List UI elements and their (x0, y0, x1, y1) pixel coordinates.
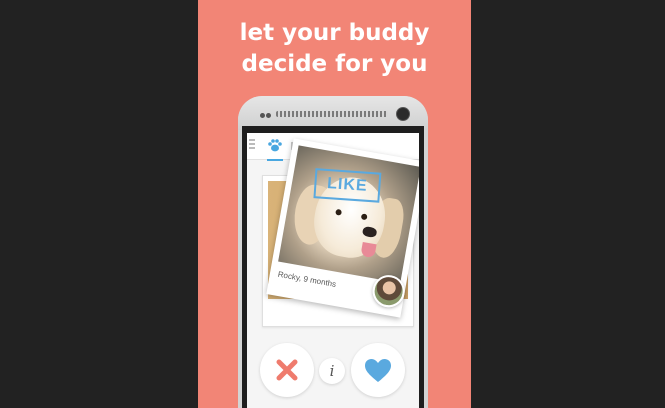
phone-sensor (266, 113, 271, 118)
dislike-button[interactable] (260, 343, 314, 397)
dog-tongue (360, 241, 377, 259)
headline-line-2: decide for you (241, 51, 428, 77)
phone-screen: LIKE Rocky, 9 months i (247, 133, 419, 408)
heart-icon (365, 359, 391, 382)
swipe-card[interactable]: LIKE Rocky, 9 months (266, 138, 419, 318)
phone-sensor (260, 113, 265, 118)
action-bar: i (247, 339, 419, 408)
phone-speaker (276, 111, 388, 117)
x-icon (276, 359, 298, 381)
headline-line-1: let your buddy (239, 20, 430, 46)
dog-photo: LIKE (278, 145, 419, 284)
promo-headline: let your buddy decide for you (198, 18, 471, 80)
phone-top-bar (238, 96, 428, 130)
promo-panel: let your buddy decide for you LIKE Rocky… (198, 0, 471, 408)
like-button[interactable] (351, 343, 405, 397)
info-icon: i (329, 362, 335, 380)
like-stamp: LIKE (313, 168, 382, 203)
menu-icon[interactable] (249, 139, 255, 149)
tab-paw[interactable] (267, 137, 283, 161)
info-button[interactable]: i (319, 358, 345, 384)
front-camera (396, 107, 410, 121)
paw-icon (268, 139, 282, 152)
phone-mockup: LIKE Rocky, 9 months i (238, 96, 428, 408)
pet-caption: Rocky, 9 months (277, 269, 337, 289)
